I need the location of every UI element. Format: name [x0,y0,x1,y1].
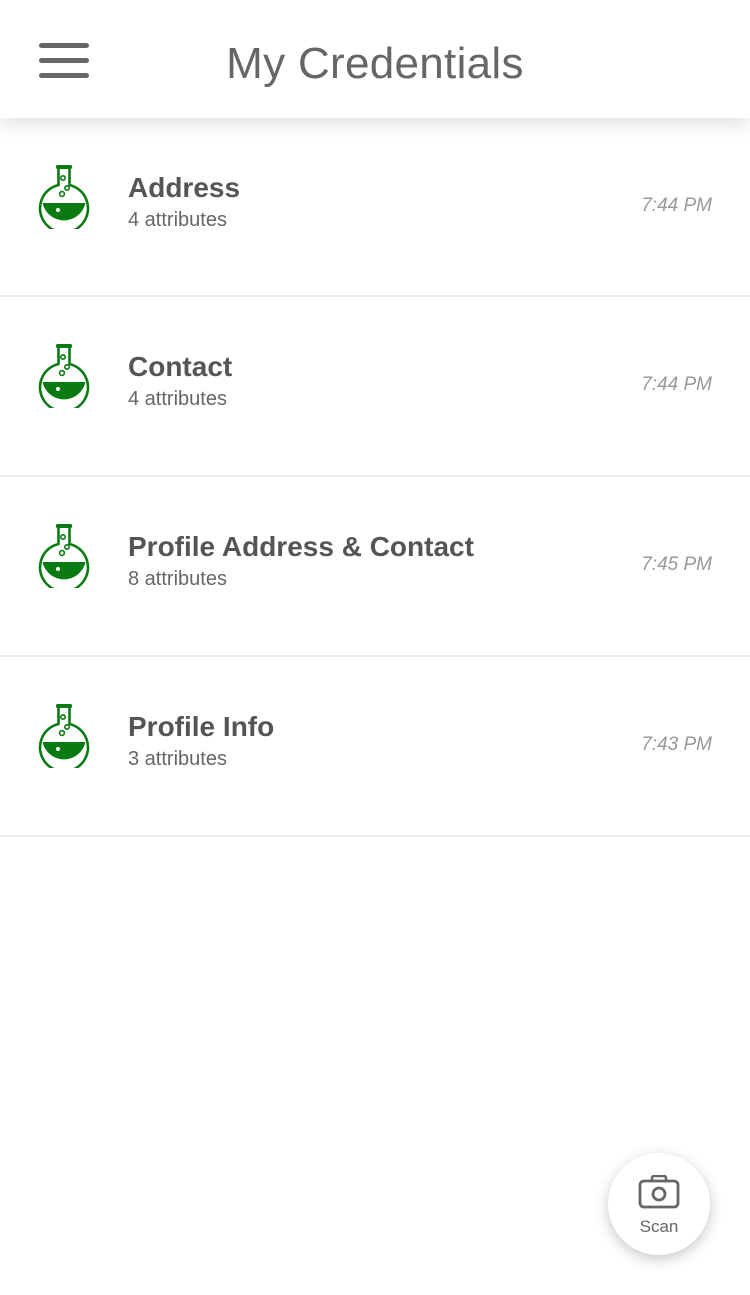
credential-name: Contact [128,351,233,382]
credential-timestamp: 7:44 PM [641,374,712,395]
credential-item-contact[interactable]: Contact 4 attributes 7:44 PM [0,297,750,477]
flask-icon [38,524,90,588]
flask-icon [38,165,90,229]
credential-attribute-count: 4 attributes [128,209,227,231]
flask-icon [38,704,90,768]
credential-attribute-count: 3 attributes [128,748,227,770]
scan-label: Scan [639,1217,679,1236]
camera-icon [638,1175,680,1209]
credentials-screen: My Credentials Address 4 attributes 7:44… [0,0,750,1295]
credential-attribute-count: 4 attributes [128,388,227,410]
flask-icon [38,344,90,408]
credential-timestamp: 7:43 PM [641,734,712,755]
credential-item-profile-address-contact[interactable]: Profile Address & Contact 8 attributes 7… [0,477,750,657]
credential-timestamp: 7:44 PM [641,195,712,216]
page-title: My Credentials [226,39,524,88]
credential-list: Address 4 attributes 7:44 PM Contact 4 a… [0,118,750,837]
scan-button[interactable]: Scan [608,1153,710,1255]
credential-name: Address [128,172,241,203]
credential-timestamp: 7:45 PM [641,554,712,575]
credential-item-address[interactable]: Address 4 attributes 7:44 PM [0,118,750,297]
credential-attribute-count: 8 attributes [128,568,227,590]
credential-name: Profile Info [128,711,275,742]
credential-name: Profile Address & Contact [128,531,474,562]
app-header: My Credentials [0,0,750,118]
credential-item-profile-info[interactable]: Profile Info 3 attributes 7:43 PM [0,657,750,837]
